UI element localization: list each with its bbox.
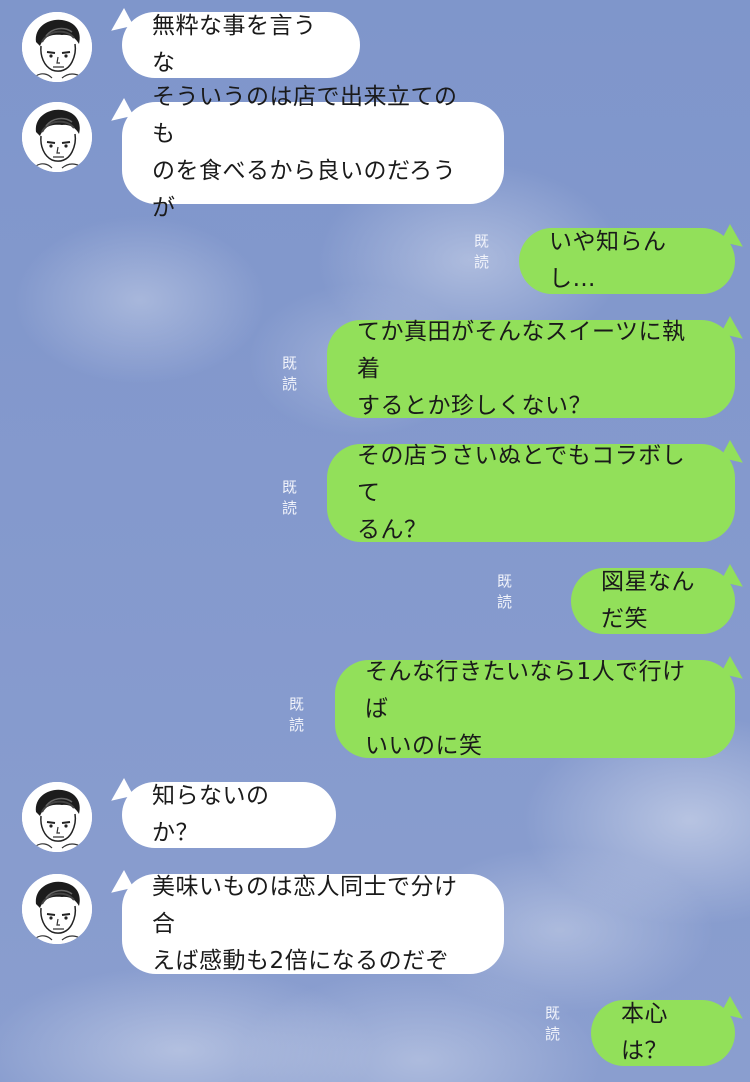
avatar[interactable] xyxy=(22,12,92,82)
read-receipt: 既読 xyxy=(282,478,299,517)
sketch-portrait-icon xyxy=(22,874,92,944)
avatar[interactable] xyxy=(22,782,92,852)
message-bubble[interactable]: 知らないのか？ xyxy=(122,782,336,848)
sketch-portrait-icon xyxy=(22,12,92,82)
message-text: てか真田がそんなスイーツに執着 するとか珍しくない？ xyxy=(357,318,686,419)
message-text: そんな行きたいなら1人で行けば いいのに笑 xyxy=(365,658,686,759)
message-text: そういうのは店で出来立てのも のを食べるから良いのだろうが xyxy=(152,84,458,221)
message-bubble[interactable]: 無粋な事を言うな xyxy=(122,12,360,78)
message-text: いや知らんし… xyxy=(549,229,667,292)
sketch-portrait-icon xyxy=(22,782,92,852)
message-text: 知らないのか？ xyxy=(152,783,270,846)
message-text: 美味いものは恋人同士で分け合 えば感動も2倍になるのだぞ xyxy=(152,873,458,974)
message-text: その店うさいぬとでもコラボして るん？ xyxy=(357,442,686,543)
message-text: 図星なんだ笑 xyxy=(601,569,695,632)
read-receipt: 既読 xyxy=(545,1004,562,1043)
message-bubble[interactable]: てか真田がそんなスイーツに執着 するとか珍しくない？ xyxy=(327,319,735,419)
message-bubble[interactable]: いや知らんし… xyxy=(519,228,735,294)
avatar[interactable] xyxy=(22,874,92,944)
message-bubble[interactable]: 美味いものは恋人同士で分け合 えば感動も2倍になるのだぞ xyxy=(122,874,504,974)
message-bubble[interactable]: そんな行きたいなら1人で行けば いいのに笑 xyxy=(335,659,735,759)
sketch-portrait-icon xyxy=(22,102,92,172)
message-text: 本心は？ xyxy=(621,1001,668,1064)
message-bubble[interactable]: その店うさいぬとでもコラボして るん？ xyxy=(327,443,735,543)
message-bubble[interactable]: そういうのは店で出来立てのも のを食べるから良いのだろうが xyxy=(122,84,504,221)
message-text: 無粋な事を言うな xyxy=(152,13,317,76)
message-bubble[interactable]: 図星なんだ笑 xyxy=(571,568,735,634)
avatar[interactable] xyxy=(22,102,92,172)
message-bubble[interactable]: 本心は？ xyxy=(591,1000,735,1066)
read-receipt: 既読 xyxy=(289,695,306,734)
read-receipt: 既読 xyxy=(474,232,491,271)
read-receipt: 既読 xyxy=(497,572,514,611)
read-receipt: 既読 xyxy=(282,354,299,393)
